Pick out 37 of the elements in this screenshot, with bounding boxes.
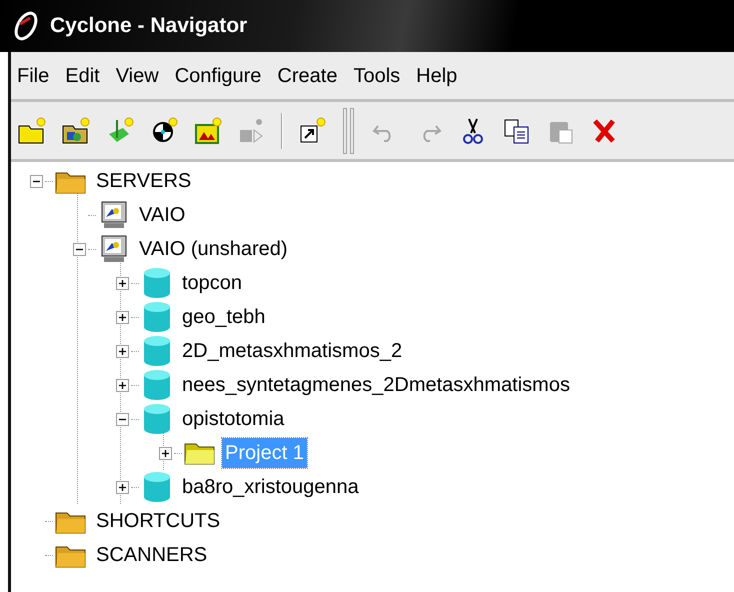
collapse-icon[interactable] [30, 174, 42, 188]
database-icon [141, 471, 173, 503]
menu-item[interactable]: Create [271, 60, 344, 90]
expand-icon[interactable] [116, 276, 128, 290]
tree-item[interactable]: geo_tebh [179, 302, 268, 332]
tree-item[interactable]: SERVERS [93, 166, 194, 196]
database-icon [141, 403, 173, 435]
new-image-folder-icon[interactable] [61, 116, 91, 146]
tree-item[interactable]: SHORTCUTS [93, 506, 224, 536]
expand-icon[interactable] [158, 446, 172, 460]
tree-item[interactable]: nees_syntetagmenes_2Dmetasxhmatismos [179, 370, 573, 400]
tree-item[interactable]: 2D_metasxhmatismos_2 [179, 336, 406, 366]
tree-item[interactable]: ba8ro_xristougenna [179, 472, 362, 502]
database-icon [141, 369, 173, 401]
database-icon [141, 301, 173, 333]
collapse-icon[interactable] [116, 412, 128, 426]
collapse-icon[interactable] [72, 242, 86, 256]
expand-icon[interactable] [116, 480, 128, 494]
menu-item[interactable]: Help [410, 60, 464, 90]
tree-item[interactable]: SCANNERS [93, 540, 210, 570]
menu-item[interactable]: Configure [168, 60, 268, 90]
picture-icon[interactable] [193, 116, 223, 146]
new-folder-icon[interactable] [17, 116, 47, 146]
tree-item[interactable]: VAIO (unshared) [136, 234, 291, 264]
menu-item[interactable]: Tools [347, 60, 406, 90]
window-title: Cyclone - Navigator [50, 13, 248, 40]
database-icon [141, 335, 173, 367]
tree-item[interactable]: opistotomia [179, 404, 288, 434]
expand-icon[interactable] [116, 310, 128, 324]
tree-item[interactable]: VAIO [136, 200, 188, 230]
menu-item[interactable]: File [11, 60, 56, 90]
tree-item[interactable]: topcon [179, 268, 246, 298]
expand-icon[interactable] [116, 378, 128, 392]
database-icon [141, 267, 173, 299]
menu-item[interactable]: View [110, 60, 165, 90]
menu-item[interactable]: Edit [59, 60, 106, 90]
expand-icon[interactable] [116, 344, 128, 358]
